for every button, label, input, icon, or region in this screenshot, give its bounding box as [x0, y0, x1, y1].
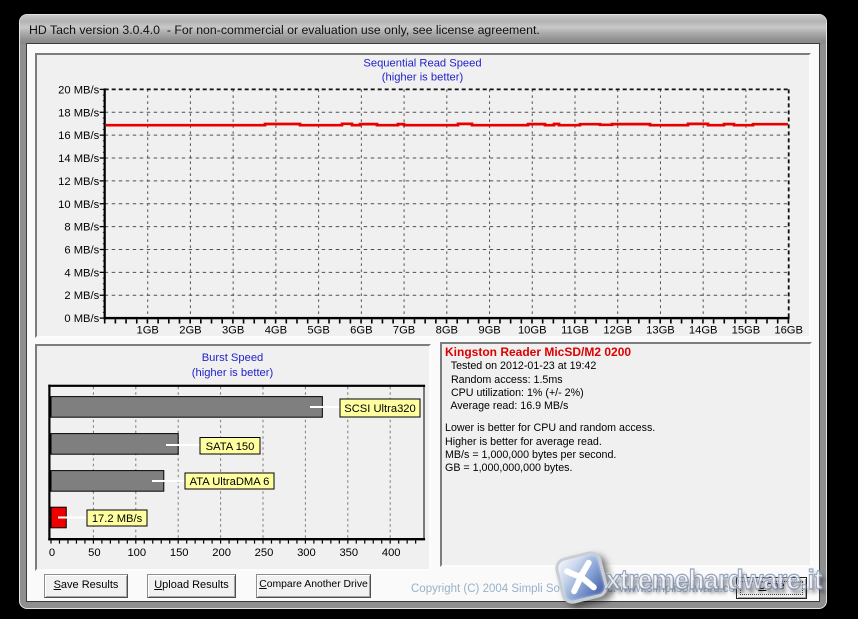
svg-text:18 MB/s: 18 MB/s — [58, 107, 99, 119]
svg-text:6GB: 6GB — [350, 325, 372, 336]
svg-text:300: 300 — [297, 547, 316, 559]
svg-text:11GB: 11GB — [561, 325, 589, 336]
svg-text:200: 200 — [212, 547, 231, 559]
svg-text:15GB: 15GB — [732, 325, 761, 336]
svg-text:350: 350 — [339, 547, 358, 559]
svg-text:16GB: 16GB — [774, 325, 803, 336]
svg-text:6 MB/s: 6 MB/s — [64, 244, 99, 256]
svg-text:50: 50 — [88, 547, 100, 559]
svg-text:12GB: 12GB — [603, 325, 632, 336]
svg-text:SATA 150: SATA 150 — [206, 441, 255, 453]
svg-text:14 MB/s: 14 MB/s — [58, 153, 99, 165]
svg-text:100: 100 — [127, 547, 146, 559]
svg-text:20 MB/s: 20 MB/s — [58, 84, 99, 96]
svg-text:10GB: 10GB — [518, 325, 547, 336]
svg-text:2GB: 2GB — [179, 325, 201, 336]
svg-text:150: 150 — [170, 547, 189, 559]
svg-text:ATA UltraDMA 6: ATA UltraDMA 6 — [190, 476, 270, 488]
svg-text:17.2 MB/s: 17.2 MB/s — [92, 513, 143, 525]
svg-text:4GB: 4GB — [265, 325, 287, 336]
svg-text:10 MB/s: 10 MB/s — [58, 199, 99, 211]
svg-text:2 MB/s: 2 MB/s — [64, 290, 99, 302]
svg-text:(higher is better): (higher is better) — [382, 72, 464, 84]
svg-text:1GB: 1GB — [137, 325, 159, 336]
svg-text:3GB: 3GB — [222, 325, 244, 336]
svg-text:(higher is better): (higher is better) — [192, 367, 274, 379]
svg-text:7GB: 7GB — [393, 325, 415, 336]
svg-text:13GB: 13GB — [646, 325, 675, 336]
svg-text:8 MB/s: 8 MB/s — [64, 222, 99, 234]
svg-text:8GB: 8GB — [436, 325, 458, 336]
svg-text:12 MB/s: 12 MB/s — [58, 176, 99, 188]
svg-text:400: 400 — [382, 547, 401, 559]
svg-text:Burst Speed: Burst Speed — [202, 352, 264, 364]
svg-text:SCSI Ultra320: SCSI Ultra320 — [344, 403, 416, 415]
svg-text:4 MB/s: 4 MB/s — [64, 267, 99, 279]
svg-text:14GB: 14GB — [689, 325, 718, 336]
svg-text:16 MB/s: 16 MB/s — [58, 130, 99, 142]
svg-text:9GB: 9GB — [478, 325, 500, 336]
svg-text:0: 0 — [49, 547, 55, 559]
svg-text:250: 250 — [255, 547, 274, 559]
svg-text:Sequential Read Speed: Sequential Read Speed — [363, 58, 481, 70]
svg-text:5GB: 5GB — [307, 325, 329, 336]
svg-text:0 MB/s: 0 MB/s — [64, 313, 99, 325]
